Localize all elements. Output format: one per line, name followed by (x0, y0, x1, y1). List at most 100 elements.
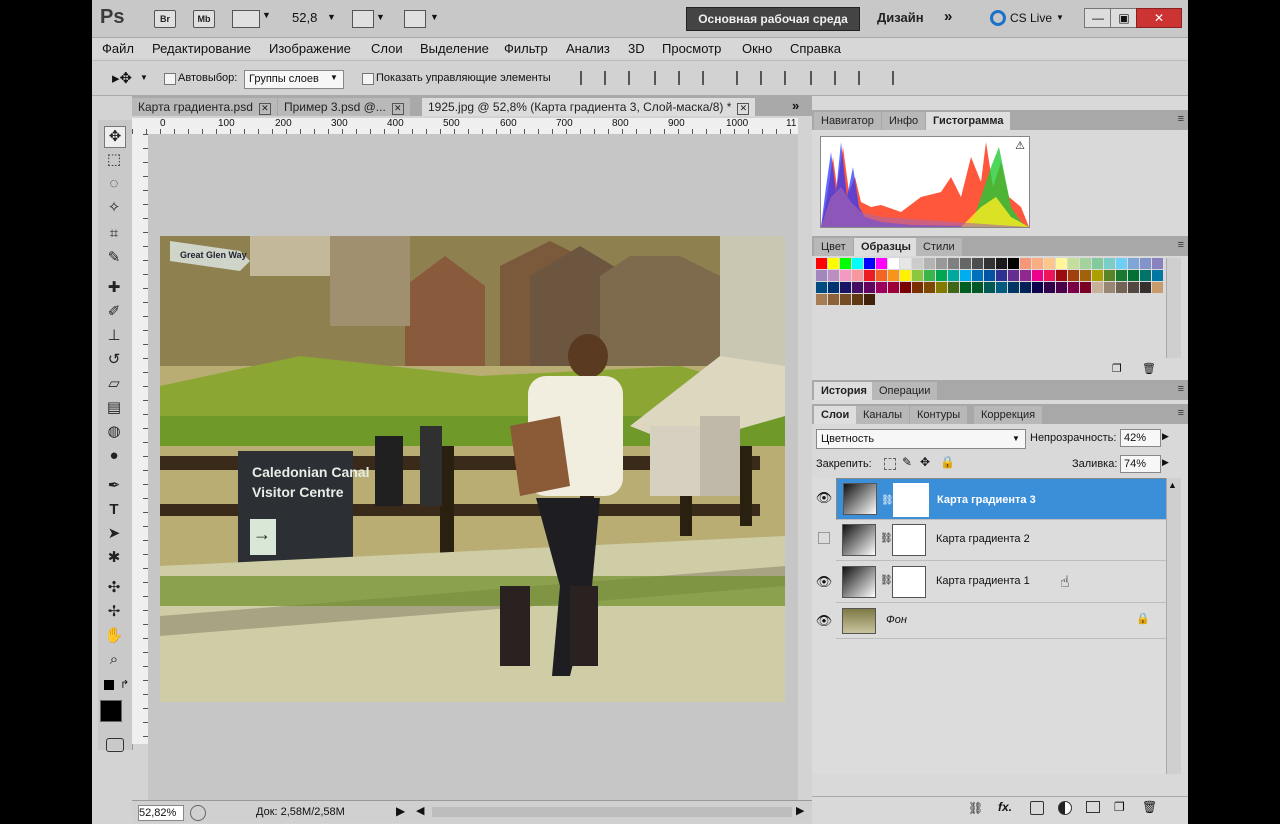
align-hcenter-icon[interactable] (678, 71, 694, 85)
status-share-icon[interactable] (190, 805, 206, 821)
warning-icon[interactable]: ⚠ (1015, 139, 1025, 152)
autoselect-checkbox[interactable] (164, 73, 176, 85)
visibility-eye-icon[interactable]: 👁 (812, 562, 836, 602)
hand-tool-icon[interactable]: ✋ (104, 626, 124, 646)
autoselect-target-select[interactable]: Группы слоев (244, 70, 344, 89)
swatch[interactable] (828, 294, 839, 305)
opacity-field[interactable]: 42% (1120, 429, 1161, 447)
link-layers-icon[interactable]: ⛓ (968, 801, 983, 815)
align-vcenter-icon[interactable] (604, 71, 620, 85)
panel-menu-icon[interactable]: ≡ (1178, 239, 1184, 251)
quick-mask-icon[interactable] (106, 738, 124, 752)
visibility-toggle-empty[interactable] (812, 520, 836, 560)
zoom-level-field[interactable]: 52,8 (292, 10, 317, 25)
swatch[interactable] (900, 258, 911, 269)
close-button[interactable]: ✕ (1136, 8, 1182, 28)
swatch[interactable] (936, 258, 947, 269)
layer-row-gradient-map-3[interactable]: ⛓ Карта градиента 3 (836, 478, 1172, 520)
close-icon[interactable]: ✕ (258, 103, 271, 115)
default-colors-icon[interactable] (104, 680, 114, 690)
swatch[interactable] (972, 282, 983, 293)
new-group-icon[interactable] (1086, 801, 1100, 813)
swatch[interactable] (1140, 282, 1151, 293)
healing-brush-tool-icon[interactable]: ✚ (104, 278, 124, 298)
tab-navigator[interactable]: Навигатор (814, 112, 881, 130)
scroll-up-icon[interactable]: ▲ (1168, 480, 1177, 490)
tab-styles[interactable]: Стили (916, 238, 962, 256)
workspace-design-button[interactable]: Дизайн (877, 10, 924, 25)
scroll-right-icon[interactable]: ▶ (796, 804, 804, 817)
history-brush-tool-icon[interactable]: ↺ (104, 350, 124, 370)
marquee-tool-icon[interactable]: ⬚ (104, 150, 124, 170)
swatch[interactable] (924, 282, 935, 293)
swatch[interactable] (1152, 270, 1163, 281)
swatch[interactable] (912, 282, 923, 293)
type-tool-icon[interactable]: T (104, 500, 124, 520)
visibility-eye-icon[interactable]: 👁 (812, 604, 836, 638)
swatch[interactable] (1008, 270, 1019, 281)
tab-swatches[interactable]: Образцы (854, 238, 918, 256)
align-left-icon[interactable] (654, 71, 670, 85)
menu-edit[interactable]: Редактирование (152, 41, 251, 56)
crop-tool-icon[interactable]: ⌗ (104, 224, 124, 244)
layer-row-background[interactable]: Фон 🔒 (836, 604, 1166, 639)
foreground-color-swatch[interactable] (100, 700, 122, 722)
swatch[interactable] (876, 258, 887, 269)
swatch[interactable] (840, 258, 851, 269)
layer-mask-thumbnail[interactable] (892, 524, 926, 556)
visibility-eye-icon[interactable]: 👁 (812, 478, 836, 518)
swatch[interactable] (912, 258, 923, 269)
layer-row-gradient-map-1[interactable]: ⛓ Карта градиента 1 ☝ (836, 562, 1166, 603)
close-icon[interactable]: ✕ (391, 103, 404, 115)
swatch[interactable] (1020, 270, 1031, 281)
swatch[interactable] (900, 270, 911, 281)
workspace-essentials-button[interactable]: Основная рабочая среда (686, 7, 860, 31)
swatch[interactable] (1116, 282, 1127, 293)
chevron-down-icon[interactable]: ▼ (140, 73, 148, 82)
swatch[interactable] (888, 258, 899, 269)
menu-file[interactable]: Файл (102, 41, 134, 56)
chevron-down-icon[interactable]: ▼ (1056, 13, 1064, 22)
swatch[interactable] (1020, 282, 1031, 293)
fill-slider-arrow-icon[interactable]: ▶ (1162, 457, 1169, 468)
swatch[interactable] (816, 258, 827, 269)
chevron-down-icon[interactable]: ▼ (376, 12, 385, 22)
swatch[interactable] (948, 282, 959, 293)
swatch[interactable] (1104, 270, 1115, 281)
chevron-down-icon[interactable]: ▼ (430, 12, 439, 22)
link-icon[interactable]: ⛓ (881, 492, 894, 509)
swatch[interactable] (1092, 282, 1103, 293)
tab-color[interactable]: Цвет (814, 238, 853, 256)
swatch[interactable] (960, 282, 971, 293)
3d-rotate-tool-icon[interactable]: ✣ (104, 578, 124, 598)
swatch[interactable] (864, 294, 875, 305)
swatch[interactable] (1020, 258, 1031, 269)
swatch[interactable] (864, 282, 875, 293)
swatch[interactable] (864, 258, 875, 269)
swatch[interactable] (888, 282, 899, 293)
swatch[interactable] (1140, 258, 1151, 269)
dodge-tool-icon[interactable]: ● (104, 446, 124, 466)
swatch[interactable] (876, 282, 887, 293)
swatch[interactable] (852, 294, 863, 305)
swatch[interactable] (828, 258, 839, 269)
swatch[interactable] (1128, 282, 1139, 293)
panel-menu-icon[interactable]: ≡ (1178, 113, 1184, 125)
menu-help[interactable]: Справка (790, 41, 841, 56)
swatch[interactable] (1032, 258, 1043, 269)
tab-channels[interactable]: Каналы (856, 406, 910, 424)
bridge-button[interactable]: Br (154, 10, 176, 28)
swatch[interactable] (816, 282, 827, 293)
new-swatch-icon[interactable]: ❐ (1112, 362, 1122, 375)
swatch[interactable] (1152, 258, 1163, 269)
tab-histogram[interactable]: Гистограмма (926, 112, 1011, 130)
distribute-vcenter-icon[interactable] (760, 71, 776, 85)
swatch[interactable] (1080, 282, 1091, 293)
swatch[interactable] (840, 282, 851, 293)
swatch[interactable] (1056, 270, 1067, 281)
screen-mode-button[interactable] (404, 10, 426, 28)
swatch[interactable] (1128, 258, 1139, 269)
add-mask-icon[interactable] (1030, 801, 1044, 815)
menu-analysis[interactable]: Анализ (566, 41, 610, 56)
swatch[interactable] (960, 258, 971, 269)
